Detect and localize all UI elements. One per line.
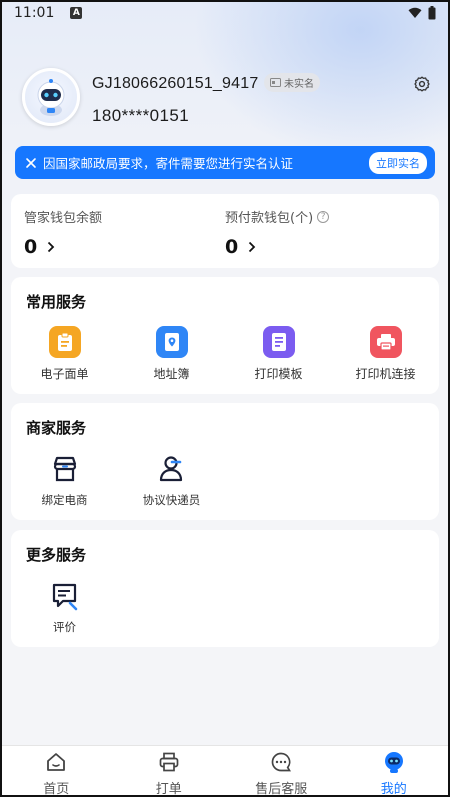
service-label: 评价 <box>53 620 76 634</box>
robot-avatar-icon <box>37 79 65 116</box>
shop-icon <box>49 453 81 485</box>
chat-icon <box>269 750 293 774</box>
chevron-right-icon <box>48 241 55 253</box>
merchant-services-card: 商家服务 绑定电商 协议快递员 <box>11 403 439 520</box>
tab-label: 售后客服 <box>255 782 308 797</box>
bottom-tab-bar: 首页 打单 售后客服 我的 <box>0 745 450 797</box>
verify-status-label: 未实名 <box>284 79 314 90</box>
avatar[interactable] <box>22 68 80 126</box>
id-card-icon <box>270 78 281 87</box>
service-bind-ecommerce[interactable]: 绑定电商 <box>11 453 118 508</box>
section-title: 更多服务 <box>26 546 87 564</box>
chevron-right-icon <box>249 241 256 253</box>
manager-wallet-value: 0 <box>24 236 38 258</box>
home-icon <box>44 750 68 774</box>
service-review[interactable]: 评价 <box>11 580 118 635</box>
more-services-card: 更多服务 评价 <box>11 530 439 647</box>
section-title: 商家服务 <box>26 419 87 437</box>
wifi-icon <box>408 7 422 18</box>
status-bar: 11:01 A <box>0 0 450 26</box>
section-title: 常用服务 <box>26 293 87 311</box>
courier-icon <box>156 453 188 485</box>
real-name-banner: 因国家邮政局要求，寄件需要您进行实名认证 立即实名 <box>15 146 435 179</box>
tab-label: 首页 <box>43 782 70 797</box>
service-e-waybill[interactable]: 电子面单 <box>11 326 118 382</box>
phone-number: 180****0151 <box>92 106 190 125</box>
manager-wallet-label: 管家钱包余额 <box>24 211 103 226</box>
tab-after-sales[interactable]: 售后客服 <box>225 746 338 797</box>
notification-icon: A <box>70 7 83 19</box>
status-time: 11:01 <box>14 5 55 21</box>
tab-label: 我的 <box>380 782 407 797</box>
service-printer-connect[interactable]: 打印机连接 <box>332 326 439 382</box>
service-label: 打印模板 <box>254 367 303 381</box>
service-contract-courier[interactable]: 协议快递员 <box>118 453 225 508</box>
prepaid-wallet-value: 0 <box>225 236 239 258</box>
verify-now-button[interactable]: 立即实名 <box>369 151 427 174</box>
service-label: 协议快递员 <box>142 493 201 507</box>
help-icon[interactable]: ? <box>317 210 330 223</box>
clipboard-icon <box>48 326 81 358</box>
service-label: 打印机连接 <box>355 367 416 381</box>
tab-home[interactable]: 首页 <box>0 746 113 797</box>
settings-gear-icon[interactable] <box>414 76 430 92</box>
battery-icon <box>428 6 436 20</box>
manager-wallet[interactable]: 管家钱包余额 0 <box>24 207 102 258</box>
tab-mine[interactable]: 我的 <box>338 746 450 797</box>
tab-print-order[interactable]: 打单 <box>113 746 226 797</box>
banner-message: 因国家邮政局要求，寄件需要您进行实名认证 <box>43 156 294 171</box>
printer-icon <box>157 750 181 774</box>
service-label: 电子面单 <box>40 367 89 381</box>
review-icon <box>49 580 81 612</box>
address-book-icon <box>155 326 188 358</box>
username: GJ18066260151_9417 <box>92 75 259 92</box>
service-print-template[interactable]: 打印模板 <box>225 326 332 382</box>
printer-icon <box>369 326 402 358</box>
profile-header: GJ18066260151_9417 未实名 180****0151 <box>22 68 432 128</box>
service-address-book[interactable]: 地址簿 <box>118 326 225 382</box>
robot-icon <box>382 750 406 774</box>
common-services-card: 常用服务 电子面单 地址簿 打印模板 打印机连接 <box>11 277 439 394</box>
prepaid-wallet-label: 预付款钱包(个) <box>225 211 314 226</box>
wallet-card: 管家钱包余额 0 预付款钱包(个) ? 0 <box>11 194 439 268</box>
service-label: 地址簿 <box>153 367 190 381</box>
verify-status-badge[interactable]: 未实名 <box>264 73 320 92</box>
template-icon <box>262 326 295 358</box>
prepaid-wallet[interactable]: 预付款钱包(个) ? 0 <box>225 207 330 258</box>
close-icon[interactable] <box>25 157 37 169</box>
service-label: 绑定电商 <box>41 493 88 507</box>
tab-label: 打单 <box>155 782 182 797</box>
